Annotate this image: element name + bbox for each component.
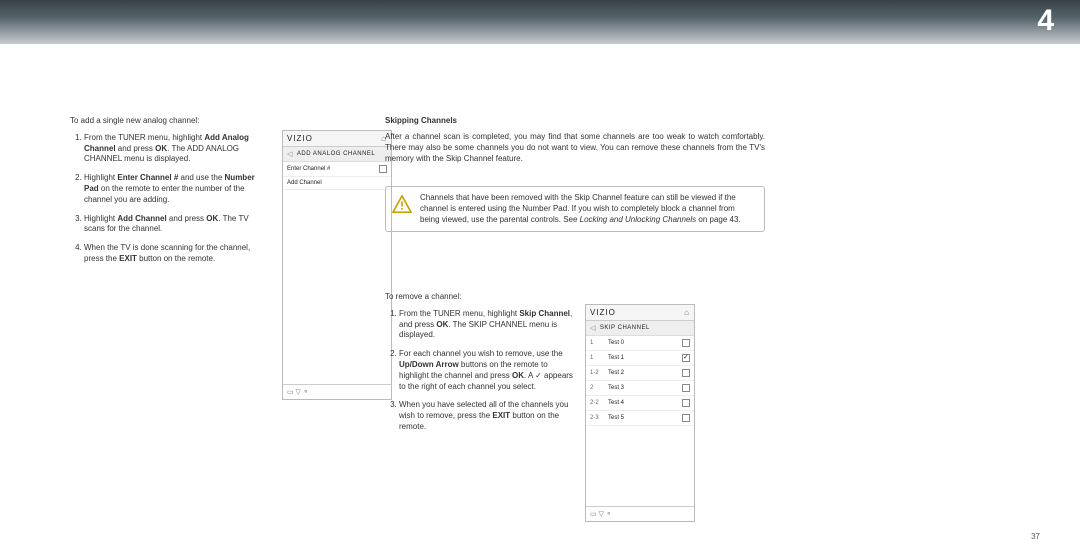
home-icon: ⌂ [684, 308, 690, 317]
warning-callout: Channels that have been removed with the… [385, 186, 765, 232]
checkbox-icon [682, 339, 690, 347]
panel-row-enter-channel: Enter Channel # [283, 162, 391, 177]
remove-channel-steps: From the TUNER menu, highlight Skip Chan… [399, 309, 573, 433]
skipping-channels-intro: After a channel scan is completed, you m… [385, 132, 765, 164]
channel-number: 2 [590, 385, 608, 391]
channel-name: Test 0 [608, 340, 682, 346]
panel-header: VIZIO ⌂ [586, 305, 694, 321]
warning-icon [392, 195, 412, 213]
panel-row-add-channel: Add Channel [283, 177, 391, 190]
channel-name: Test 1 [608, 355, 682, 361]
remove-channel-instructions: To remove a channel: From the TUNER menu… [385, 292, 573, 441]
channel-name: Test 3 [608, 385, 682, 391]
checkbox-icon [682, 399, 690, 407]
list-item: When the TV is done scanning for the cha… [84, 243, 270, 265]
table-row: 1Test 0 [586, 336, 694, 351]
channel-number: 2-3 [590, 415, 608, 421]
list-item: When you have selected all of the channe… [399, 400, 573, 432]
panel-title-row: ◁ ADD ANALOG CHANNEL [283, 147, 391, 162]
table-row: 2-3Test 5 [586, 411, 694, 426]
chapter-header: 4 [0, 0, 1080, 44]
table-row: 2-2Test 4 [586, 396, 694, 411]
panel-footer-keys: ▭ ▽ ⚬ [586, 506, 694, 521]
skipping-channels-heading: Skipping Channels [385, 116, 573, 127]
warning-box: Channels that have been removed with the… [385, 186, 765, 232]
input-box-icon [379, 165, 387, 173]
add-channel-steps: From the TUNER menu, highlight Add Analo… [84, 133, 270, 265]
skip-channel-panel: VIZIO ⌂ ◁ SKIP CHANNEL 1Test 01Test 11-2… [585, 304, 695, 522]
add-analog-channel-panel: VIZIO ⌂ ◁ ADD ANALOG CHANNEL Enter Chann… [282, 130, 392, 400]
checkbox-icon [682, 369, 690, 377]
skip-channel-rows: 1Test 01Test 11-2Test 22Test 32-2Test 42… [586, 336, 694, 426]
list-item: Highlight Enter Channel # and use the Nu… [84, 173, 270, 205]
checkbox-icon [682, 414, 690, 422]
channel-name: Test 5 [608, 415, 682, 421]
channel-number: 1 [590, 340, 608, 346]
remove-channel-intro: To remove a channel: [385, 292, 573, 303]
brand-label: VIZIO [590, 308, 616, 317]
page-body: To add a single new analog channel: From… [0, 44, 1080, 551]
brand-label: VIZIO [287, 134, 313, 143]
skipping-channels-heading-wrap: Skipping Channels [385, 116, 573, 127]
panel-header: VIZIO ⌂ [283, 131, 391, 147]
channel-number: 2-2 [590, 400, 608, 406]
panel-title: SKIP CHANNEL [600, 325, 650, 331]
panel-footer-keys: ▭ ▽ ⚬ [283, 384, 391, 399]
channel-number: 1-2 [590, 370, 608, 376]
table-row: 1-2Test 2 [586, 366, 694, 381]
table-row: 2Test 3 [586, 381, 694, 396]
channel-number: 1 [590, 355, 608, 361]
list-item: From the TUNER menu, highlight Skip Chan… [399, 309, 573, 341]
panel-title-row: ◁ SKIP CHANNEL [586, 321, 694, 336]
page-number: 37 [1031, 532, 1040, 541]
list-item: From the TUNER menu, highlight Add Analo… [84, 133, 270, 165]
back-icon: ◁ [287, 150, 293, 158]
table-row: 1Test 1 [586, 351, 694, 366]
list-item: Highlight Add Channel and press OK. The … [84, 214, 270, 236]
add-channel-instructions: To add a single new analog channel: From… [70, 116, 270, 273]
panel-title: ADD ANALOG CHANNEL [297, 151, 375, 157]
list-item: For each channel you wish to remove, use… [399, 349, 573, 392]
back-icon: ◁ [590, 324, 596, 332]
checkbox-icon [682, 384, 690, 392]
channel-name: Test 4 [608, 400, 682, 406]
chapter-number: 4 [1037, 4, 1054, 38]
channel-name: Test 2 [608, 370, 682, 376]
checkbox-icon [682, 354, 690, 362]
add-channel-intro: To add a single new analog channel: [70, 116, 270, 127]
